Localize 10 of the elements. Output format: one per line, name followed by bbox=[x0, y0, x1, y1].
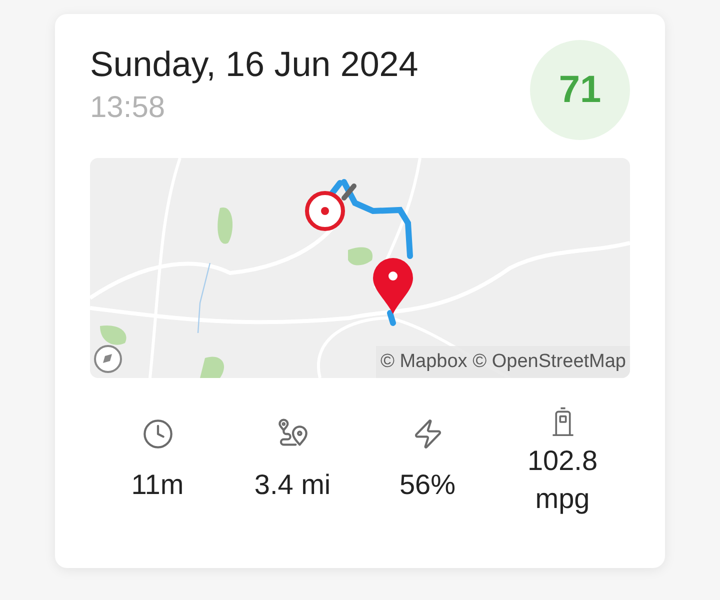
trip-date: Sunday, 16 Jun 2024 bbox=[90, 44, 418, 86]
trip-time: 13:58 bbox=[90, 90, 166, 126]
score-badge: 71 bbox=[530, 40, 630, 140]
stat-value: 56% bbox=[398, 468, 457, 502]
stat-value: 102.8 mpg bbox=[526, 444, 599, 516]
clock-icon bbox=[142, 418, 174, 450]
map-attribution: © Mapbox © OpenStreetMap bbox=[376, 346, 630, 378]
stat-value: 3.4 mi bbox=[253, 468, 332, 502]
end-pin-icon bbox=[372, 258, 414, 314]
stat-value: 11m bbox=[130, 468, 185, 502]
